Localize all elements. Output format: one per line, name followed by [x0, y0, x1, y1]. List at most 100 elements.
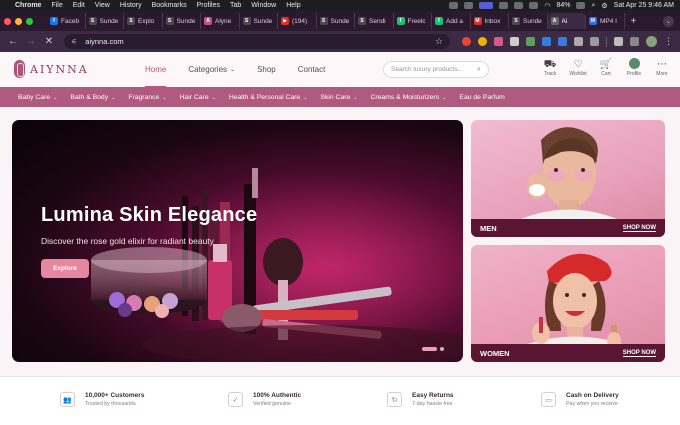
- browser-tab[interactable]: f Faceb: [47, 13, 86, 29]
- menu-bookmarks[interactable]: Bookmarks: [152, 2, 187, 9]
- carousel-dot-active[interactable]: [422, 347, 437, 351]
- track-button[interactable]: ⛟ Track: [536, 58, 564, 77]
- promo-card-men[interactable]: MEN SHOP NOW: [471, 120, 665, 237]
- carousel-dot[interactable]: [440, 347, 444, 351]
- tab-favicon-icon: M: [589, 17, 597, 25]
- menu-view[interactable]: View: [95, 2, 110, 9]
- profile-avatar-icon[interactable]: [646, 36, 657, 47]
- category-bar: Baby Care ⌄ Bath & Body ⌄ Fragrance ⌄ Hair Car…: [0, 87, 680, 107]
- tab-search-icon[interactable]: ⌄: [663, 15, 674, 27]
- forward-arrow-icon[interactable]: →: [24, 36, 38, 47]
- browser-tab[interactable]: S Sunde: [86, 13, 124, 29]
- category-item[interactable]: Health & Personal Care ⌄: [229, 94, 308, 101]
- side-panel-icon[interactable]: [630, 37, 639, 46]
- browser-tab[interactable]: M MP4 I: [586, 13, 625, 29]
- battery-percent[interactable]: 84%: [556, 2, 570, 9]
- nav-link-categories[interactable]: Categories ⌄: [188, 52, 235, 87]
- cart-button[interactable]: 🛒 Cart: [592, 58, 620, 77]
- browser-tab[interactable]: A Alyne: [201, 13, 240, 29]
- explore-button[interactable]: Explore: [41, 259, 89, 278]
- category-item[interactable]: Eau de Parfum: [459, 94, 504, 101]
- nav-link-home[interactable]: Home: [145, 52, 167, 87]
- extension-icon[interactable]: [526, 37, 535, 46]
- browser-tab[interactable]: M Inbox: [471, 13, 509, 29]
- tab-favicon-icon: S: [88, 17, 97, 25]
- category-item[interactable]: Creams & Moisturizers ⌄: [370, 94, 446, 101]
- bookmark-star-icon[interactable]: ☆: [435, 36, 443, 47]
- search-box[interactable]: ⌕: [383, 61, 489, 78]
- feature-text: Cash on Delivery Pay when you receive: [566, 392, 619, 407]
- shop-now-men-link[interactable]: SHOP NOW: [622, 225, 656, 232]
- category-item[interactable]: Bath & Body ⌄: [70, 94, 115, 101]
- menu-history[interactable]: History: [120, 2, 142, 9]
- extension-icon[interactable]: [558, 37, 567, 46]
- clock[interactable]: Sat Apr 25 9:46 AM: [614, 2, 674, 9]
- browser-tab[interactable]: S Sunde: [509, 13, 548, 29]
- category-item[interactable]: Skin Care ⌄: [320, 94, 357, 101]
- status-icon[interactable]: [479, 2, 494, 9]
- new-tab-button[interactable]: +: [631, 16, 637, 27]
- download-icon[interactable]: [614, 37, 623, 46]
- site-logo[interactable]: AIYNNA: [14, 60, 89, 78]
- extensions-puzzle-icon[interactable]: [590, 37, 599, 46]
- menu-profiles[interactable]: Profiles: [197, 2, 220, 9]
- hero-banner[interactable]: Lumina Skin Elegance Discover the rose g…: [12, 120, 463, 362]
- chevron-down-icon: ⌄: [211, 94, 216, 101]
- extension-icon[interactable]: [510, 37, 519, 46]
- nav-link-label: Contact: [297, 65, 326, 74]
- extension-icon[interactable]: [478, 37, 487, 46]
- back-arrow-icon[interactable]: ←: [6, 36, 20, 47]
- browser-tab[interactable]: A Ai: [547, 13, 586, 29]
- wishlist-button[interactable]: ♡ Wishlist: [564, 58, 592, 77]
- menu-window[interactable]: Window: [251, 2, 276, 9]
- category-item[interactable]: Baby Care ⌄: [18, 94, 57, 101]
- menu-edit[interactable]: Edit: [73, 2, 85, 9]
- browser-tab[interactable]: f Add a: [432, 13, 471, 29]
- status-icon[interactable]: [449, 2, 459, 9]
- browser-tab[interactable]: S Sendi: [355, 13, 394, 29]
- menu-tab[interactable]: Tab: [230, 2, 241, 9]
- status-icon[interactable]: [464, 2, 474, 9]
- nav-link-contact[interactable]: Contact: [298, 52, 326, 87]
- browser-tab[interactable]: S Sunde: [317, 13, 355, 29]
- browser-tab[interactable]: f Freelc: [394, 13, 432, 29]
- menu-app-name[interactable]: Chrome: [15, 2, 41, 9]
- more-button[interactable]: ⋯ More: [648, 58, 676, 77]
- browser-tab[interactable]: ▶ (194): [278, 13, 317, 29]
- minimize-window-icon[interactable]: [15, 17, 22, 25]
- search-input[interactable]: [391, 66, 477, 73]
- chrome-menu-icon[interactable]: ⋮: [664, 36, 673, 47]
- promo-card-women[interactable]: WOMEN SHOP NOW: [471, 245, 665, 362]
- control-center-icon[interactable]: ⚙: [601, 2, 607, 10]
- nav-link-shop[interactable]: Shop: [257, 52, 276, 87]
- browser-tab[interactable]: S Explo: [124, 13, 163, 29]
- extension-icon[interactable]: [462, 37, 471, 46]
- wifi-icon[interactable]: ◠: [544, 2, 550, 10]
- address-bar[interactable]: ⚟ aiynna.com ☆: [64, 34, 450, 49]
- browser-tab[interactable]: S Sunde: [240, 13, 278, 29]
- status-icon[interactable]: [529, 2, 539, 9]
- profile-button[interactable]: Profile: [620, 58, 648, 77]
- status-icon[interactable]: [514, 2, 524, 9]
- menu-help[interactable]: Help: [286, 2, 300, 9]
- stop-loading-icon[interactable]: ✕: [42, 36, 56, 47]
- category-item[interactable]: Fragrance ⌄: [128, 94, 166, 101]
- battery-icon[interactable]: [576, 2, 586, 9]
- url-text[interactable]: aiynna.com: [85, 37, 123, 46]
- site-info-icon[interactable]: ⚟: [71, 38, 77, 46]
- cart-icon: 🛒: [599, 59, 613, 70]
- tab-title: Inbox: [484, 17, 501, 25]
- extension-icon[interactable]: [574, 37, 583, 46]
- close-window-icon[interactable]: [4, 17, 11, 25]
- extension-icon[interactable]: [494, 37, 503, 46]
- shop-now-women-link[interactable]: SHOP NOW: [622, 350, 656, 357]
- status-icon[interactable]: [499, 2, 509, 9]
- search-icon[interactable]: ⌕: [477, 66, 481, 74]
- extension-icon[interactable]: [542, 37, 551, 46]
- category-label: Skin Care: [320, 93, 351, 101]
- zoom-window-icon[interactable]: [26, 17, 33, 25]
- category-item[interactable]: Hair Care ⌄: [180, 94, 216, 101]
- browser-tab[interactable]: S Sunde: [163, 13, 201, 29]
- search-icon[interactable]: ⌕: [591, 2, 595, 10]
- menu-file[interactable]: File: [51, 2, 62, 9]
